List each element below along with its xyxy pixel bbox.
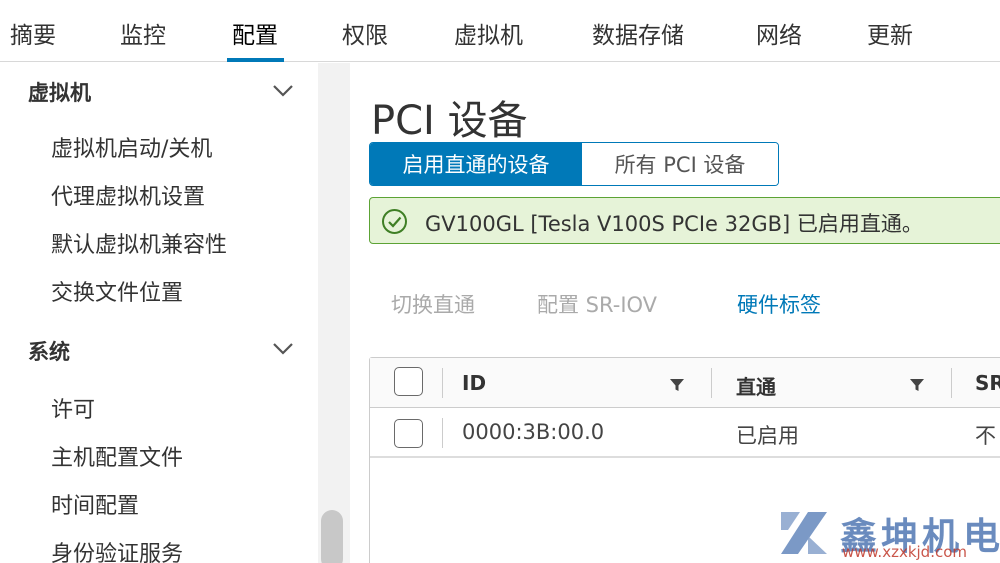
tab-datastores[interactable]: 数据存储 xyxy=(592,16,684,62)
tab-configure[interactable]: 配置 xyxy=(227,16,284,62)
alert-message: GV100GL [Tesla V100S PCIe 32GB] 已启用直通。 xyxy=(425,212,923,236)
sidebar-item-auth-services[interactable]: 身份验证服务 xyxy=(51,536,183,563)
row-checkbox[interactable] xyxy=(394,419,423,448)
column-header-sriov[interactable]: SR xyxy=(975,371,1000,395)
all-pci-devices-button[interactable]: 所有 PCI 设备 xyxy=(582,143,778,185)
sidebar-item-swap-location[interactable]: 交换文件位置 xyxy=(51,275,183,307)
column-header-passthrough[interactable]: 直通 xyxy=(736,371,776,400)
cell-device-id: 0000:3B:00.0 xyxy=(462,420,605,444)
filter-icon[interactable] xyxy=(909,377,925,393)
cell-sriov-status: 不 xyxy=(975,424,996,448)
configure-sriov-button[interactable]: 配置 SR-IOV xyxy=(537,289,657,319)
sidebar-item-host-profile[interactable]: 主机配置文件 xyxy=(51,440,183,472)
tab-updates[interactable]: 更新 xyxy=(867,16,913,62)
sidebar-item-agent-vm[interactable]: 代理虚拟机设置 xyxy=(51,179,205,211)
sidebar-item-vm-startup[interactable]: 虚拟机启动/关机 xyxy=(51,131,212,163)
watermark: 鑫坤机电 www.xzxkjd.com xyxy=(778,506,1000,563)
tab-monitor[interactable]: 监控 xyxy=(120,16,166,62)
tab-permissions[interactable]: 权限 xyxy=(342,16,388,62)
config-sidebar: 虚拟机 虚拟机启动/关机 代理虚拟机设置 默认虚拟机兼容性 交换文件位置 系统 … xyxy=(0,63,318,563)
cell-passthrough-status: 已启用 xyxy=(736,424,799,448)
watermark-url: www.xzxkjd.com xyxy=(842,543,968,561)
tab-networks[interactable]: 网络 xyxy=(756,16,802,62)
column-header-id[interactable]: ID xyxy=(462,371,486,395)
table-row[interactable]: 0000:3B:00.0 已启用 不 xyxy=(370,408,1000,458)
chevron-down-icon[interactable] xyxy=(270,81,296,101)
chevron-down-icon[interactable] xyxy=(270,339,296,359)
sidebar-item-time-config[interactable]: 时间配置 xyxy=(51,488,139,520)
brand-logo-icon xyxy=(781,512,827,554)
top-tab-bar: 摘要 监控 配置 权限 虚拟机 数据存储 网络 更新 xyxy=(0,0,1000,62)
select-all-checkbox[interactable] xyxy=(394,367,423,396)
tab-summary[interactable]: 摘要 xyxy=(10,16,56,62)
filter-icon[interactable] xyxy=(669,377,685,393)
sidebar-group-vm-title[interactable]: 虚拟机 xyxy=(28,77,91,107)
sidebar-item-default-compat[interactable]: 默认虚拟机兼容性 xyxy=(51,227,227,259)
hardware-label-button[interactable]: 硬件标签 xyxy=(737,289,821,319)
grid-header-row: ID 直通 SR xyxy=(370,358,1000,408)
toggle-passthrough-button[interactable]: 切换直通 xyxy=(391,289,475,319)
sidebar-item-licensing[interactable]: 许可 xyxy=(51,392,95,424)
column-divider[interactable] xyxy=(711,368,712,398)
passthrough-devices-button[interactable]: 启用直通的设备 xyxy=(370,143,582,185)
sidebar-scrollbar[interactable] xyxy=(318,63,350,563)
tab-vms[interactable]: 虚拟机 xyxy=(454,16,523,62)
device-filter-toggle: 启用直通的设备 所有 PCI 设备 xyxy=(369,142,779,186)
page-title: PCI 设备 xyxy=(371,98,528,144)
check-circle-icon xyxy=(382,209,407,234)
sidebar-group-system-title[interactable]: 系统 xyxy=(28,336,70,366)
column-divider xyxy=(442,418,443,448)
sidebar-scrollbar-thumb[interactable] xyxy=(321,510,343,563)
column-divider[interactable] xyxy=(951,368,952,398)
column-divider xyxy=(442,368,443,398)
success-alert: GV100GL [Tesla V100S PCIe 32GB] 已启用直通。 xyxy=(369,197,1000,244)
